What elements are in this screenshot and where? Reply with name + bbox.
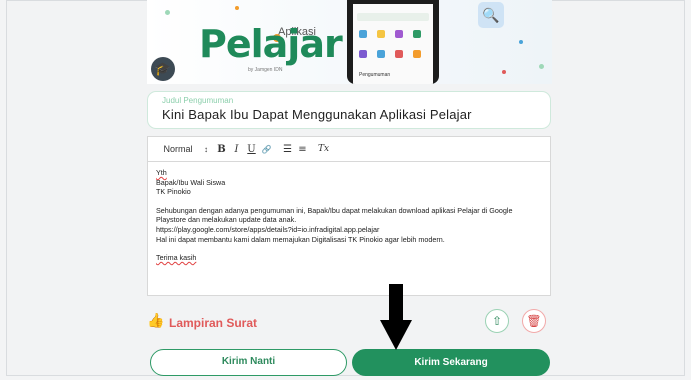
app-banner: Aplikasi Pelajar by Jamgen IDN 🎓 Pengumu… [147, 0, 552, 84]
app-tile-icon [359, 50, 367, 58]
decor-dot [235, 6, 239, 10]
app-tile-icon [395, 30, 403, 38]
app-tile-icon [395, 50, 403, 58]
decor-dot [165, 10, 170, 15]
ordered-list-icon[interactable]: ☰ [280, 144, 295, 155]
phone-screen: Pengumuman [353, 4, 433, 84]
bold-button[interactable]: B [214, 144, 229, 155]
decor-dot [519, 40, 523, 44]
announcement-form: Aplikasi Pelajar by Jamgen IDN 🎓 Pengumu… [147, 0, 552, 380]
attachment-label: Lampiran Surat [169, 316, 258, 330]
editor-content[interactable]: Yth Bapak/Ibu Wali Siswa TK Pinokio Sehu… [148, 162, 550, 269]
clear-format-icon[interactable]: Tx [316, 144, 331, 154]
send-now-button[interactable]: Kirim Sekarang [352, 349, 550, 376]
upload-icon: ⇧ [491, 314, 503, 328]
app-tile-icon [413, 30, 421, 38]
italic-button[interactable]: I [229, 144, 244, 155]
body-paragraph: Playstore dan melakukan update data anak… [156, 215, 297, 225]
decor-dot [502, 70, 506, 74]
app-tile-icon [359, 30, 367, 38]
graduation-hat-icon: 🎓 [151, 57, 175, 81]
editor-toolbar: Normal ↕ B I U 🔗 ☰ ≡ Tx [148, 137, 550, 162]
trash-icon: 🗑 [526, 314, 542, 328]
decor-dot [539, 64, 544, 69]
app-tile-icon [413, 50, 421, 58]
send-later-button[interactable]: Kirim Nanti [150, 349, 347, 376]
title-field-label: Judul Pengumuman [162, 96, 234, 105]
greeting-line: Bapak/Ibu Wali Siswa [156, 177, 226, 187]
title-field-value[interactable]: Kini Bapak Ibu Dapat Menggunakan Aplikas… [162, 107, 472, 122]
body-paragraph: Hal ini dapat membantu kami dalam memaju… [156, 234, 445, 244]
rich-text-editor[interactable]: Normal ↕ B I U 🔗 ☰ ≡ Tx Yth Bapak/Ibu Wa… [147, 136, 551, 296]
closing-line: Terima kasih [156, 253, 197, 263]
bullet-list-icon[interactable]: ≡ [295, 144, 310, 155]
body-link: https://play.google.com/store/apps/detai… [156, 224, 380, 234]
thumbs-up-icon: 👍 [147, 312, 165, 328]
search-badge-icon: 🔍 [478, 2, 504, 28]
link-icon[interactable]: 🔗 [259, 145, 274, 154]
greeting-line: TK Pinokio [156, 187, 191, 197]
phone-status-bar [357, 13, 429, 21]
phone-mockup: Pengumuman [347, 0, 439, 84]
phone-section-label: Pengumuman [359, 72, 391, 78]
delete-button[interactable]: 🗑 [522, 309, 546, 333]
body-paragraph: Sehubungan dengan adanya pengumuman ini,… [156, 205, 513, 215]
app-tile-icon [377, 50, 385, 58]
attachment-row: 👍 Lampiran Surat ⇧ 🗑 [147, 306, 551, 340]
underline-button[interactable]: U [244, 144, 259, 155]
logo-tagline: by Jamgen IDN [248, 67, 283, 73]
chevron-updown-icon[interactable]: ↕ [198, 145, 214, 154]
pointer-arrow-icon [380, 284, 412, 350]
title-field[interactable]: Judul Pengumuman Kini Bapak Ibu Dapat Me… [147, 91, 551, 129]
app-tile-icon [377, 30, 385, 38]
app-logo: Pelajar [199, 22, 343, 66]
format-select[interactable]: Normal [158, 144, 198, 154]
greeting-line: Yth [156, 168, 167, 177]
upload-button[interactable]: ⇧ [485, 309, 509, 333]
